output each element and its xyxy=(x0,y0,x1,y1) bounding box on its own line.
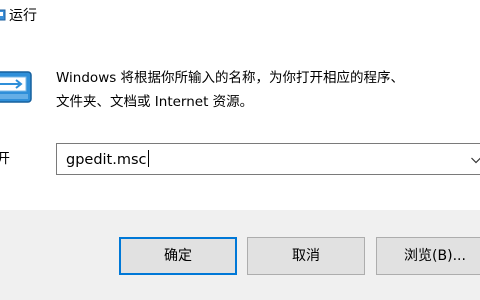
open-input-value[interactable]: gpedit.msc xyxy=(66,150,149,169)
dialog-description: Windows 将根据你所输入的名称，为你打开相应的程序、 文件夹、文档或 In… xyxy=(56,66,480,114)
ok-button[interactable]: 确定 xyxy=(119,237,237,275)
description-line-1: Windows 将根据你所输入的名称，为你打开相应的程序、 xyxy=(56,70,405,86)
window-title: 运行 xyxy=(9,8,37,24)
chevron-down-icon[interactable] xyxy=(469,153,480,167)
description-line-2: 文件夹、文档或 Internet 资源。 xyxy=(56,94,254,110)
text-caret xyxy=(147,150,149,167)
open-label: 开 xyxy=(0,151,10,167)
run-dialog: 运行 Windows 将根据你所输入的名称，为你打开相应的程序、 文件夹、文档或… xyxy=(0,0,480,300)
run-app-icon xyxy=(0,71,32,103)
button-bar: 确定 取消 浏览(B)... xyxy=(0,210,480,300)
browse-button[interactable]: 浏览(B)... xyxy=(376,237,480,275)
cancel-button[interactable]: 取消 xyxy=(247,237,365,275)
open-combobox[interactable]: gpedit.msc xyxy=(56,143,480,175)
run-icon xyxy=(0,9,6,21)
dialog-body: Windows 将根据你所输入的名称，为你打开相应的程序、 文件夹、文档或 In… xyxy=(0,36,480,210)
title-bar: 运行 xyxy=(0,0,480,36)
